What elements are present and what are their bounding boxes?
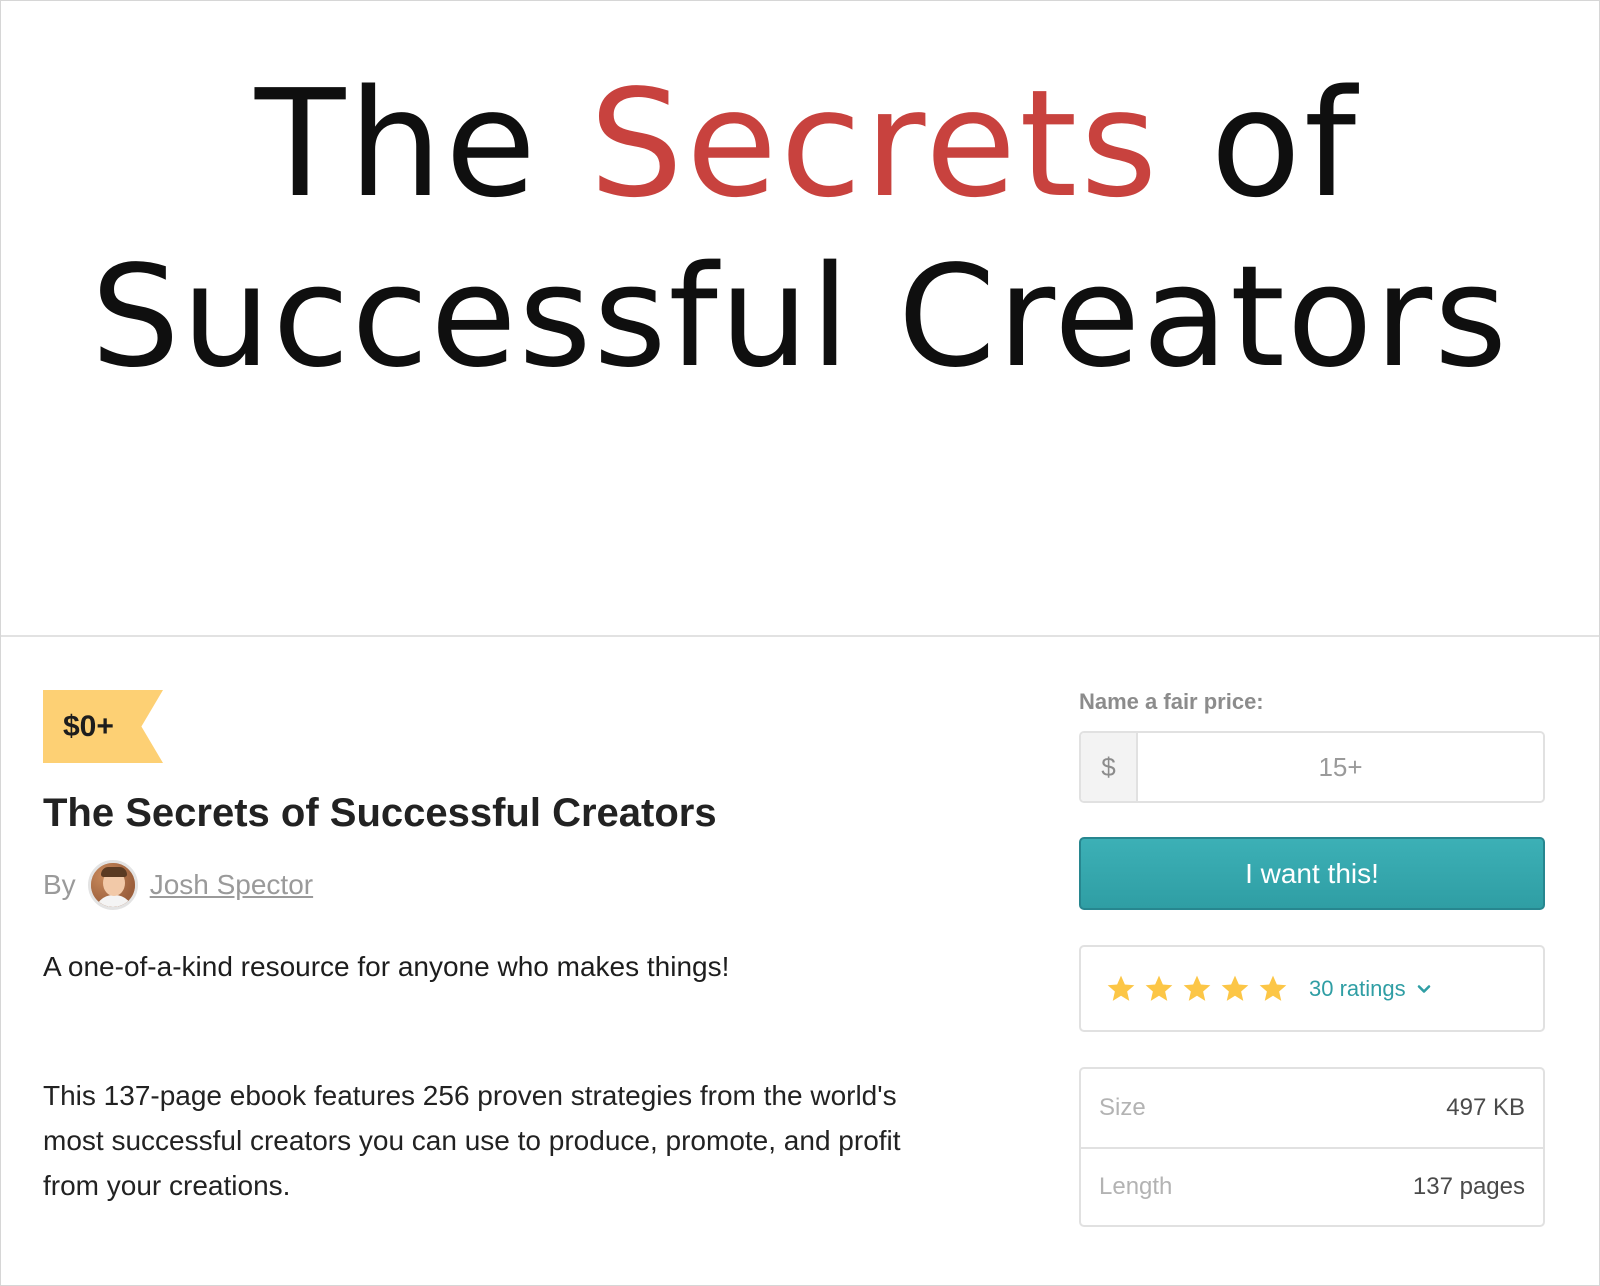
detail-label: Length [1099, 1173, 1173, 1200]
chevron-down-icon [1417, 984, 1430, 993]
author-avatar[interactable] [87, 860, 138, 910]
price-field: $ [1079, 731, 1545, 803]
price-input[interactable] [1138, 733, 1543, 801]
detail-value: 137 pages [1412, 1173, 1525, 1200]
currency-symbol: $ [1081, 733, 1138, 801]
author-byline: By Josh Spector [43, 859, 313, 911]
product-tagline: A one-of-a-kind resource for anyone who … [43, 951, 730, 982]
star-icon [1183, 975, 1211, 1001]
i-want-this-button[interactable]: I want this! [1079, 837, 1545, 910]
cover-title-part: of [1160, 58, 1360, 230]
detail-value: 497 KB [1446, 1094, 1525, 1121]
cover-title-part: The [254, 58, 590, 230]
ratings-count: 30 ratings [1309, 975, 1406, 1001]
star-icon [1221, 975, 1249, 1001]
cover-title-accent: Secrets [589, 58, 1161, 230]
fair-price-label: Name a fair price: [1079, 689, 1264, 714]
cover-title-line-1: The Secrets of [1, 63, 1599, 226]
star-icon [1259, 975, 1287, 1001]
product-page: The Secrets of Successful Creators $0+ T… [0, 0, 1600, 1286]
product-details-table: Size 497 KB Length 137 pages [1079, 1067, 1545, 1227]
cover-title-line-2: Successful Creators [90, 236, 1510, 399]
product-description: This 137-page ebook features 256 proven … [43, 1080, 901, 1201]
price-badge: $0+ [43, 690, 163, 763]
product-title: The Secrets of Successful Creators [43, 791, 717, 835]
detail-row-length: Length 137 pages [1081, 1147, 1543, 1225]
ratings-summary: 30 ratings [1079, 945, 1545, 1032]
detail-row-size: Size 497 KB [1081, 1069, 1543, 1147]
author-link[interactable]: Josh Spector [150, 869, 313, 901]
by-label: By [43, 869, 76, 900]
star-icon [1145, 975, 1173, 1001]
detail-label: Size [1099, 1094, 1146, 1121]
star-icon [1107, 975, 1135, 1001]
ratings-toggle[interactable]: 30 ratings [1309, 976, 1432, 1002]
product-cover-image: The Secrets of Successful Creators [1, 1, 1599, 637]
